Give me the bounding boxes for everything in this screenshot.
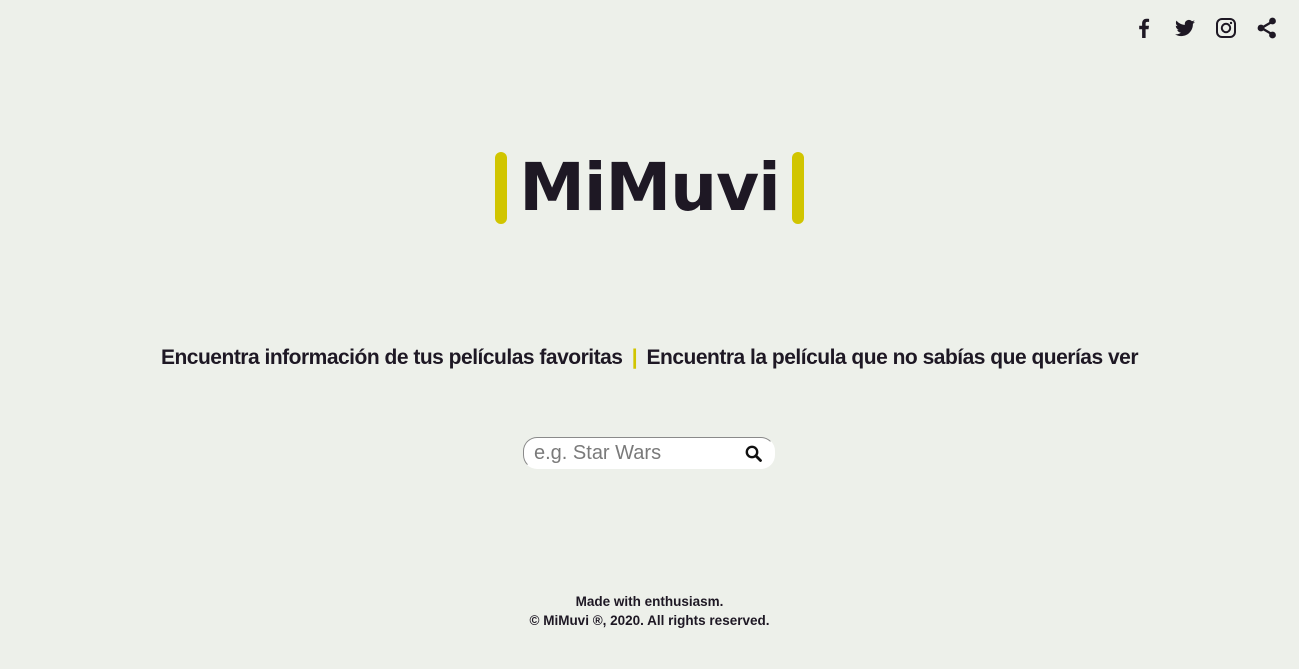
tagline-separator: | <box>631 346 638 369</box>
twitter-icon <box>1174 19 1195 37</box>
footer: Made with enthusiasm. © MiMuvi ®, 2020. … <box>0 592 1299 630</box>
social-links <box>1117 14 1281 42</box>
share-link[interactable] <box>1253 14 1281 42</box>
instagram-icon <box>1216 18 1236 38</box>
search-input[interactable] <box>534 440 734 466</box>
facebook-link[interactable] <box>1130 14 1158 42</box>
instagram-link[interactable] <box>1212 14 1240 42</box>
footer-line-made-with: Made with enthusiasm. <box>575 594 724 609</box>
search-button[interactable] <box>744 444 764 464</box>
footer-copyright: © MiMuvi ®, 2020. All rights reserved. <box>529 613 770 628</box>
facebook-icon <box>1139 18 1150 38</box>
search-icon <box>745 445 762 462</box>
search-box <box>523 437 775 469</box>
logo: MiMuvi <box>0 148 1299 228</box>
tagline-left: Encuentra información de tus películas f… <box>160 346 623 369</box>
logo-bar-left <box>495 152 508 224</box>
tagline-right: Encuentra la película que no sabías que … <box>646 346 1139 369</box>
logo-bar-right <box>791 152 804 224</box>
twitter-link[interactable] <box>1171 14 1199 42</box>
tagline: Encuentra información de tus películas f… <box>0 346 1299 370</box>
share-icon <box>1257 17 1276 39</box>
logo-text: MiMuvi <box>519 149 781 226</box>
page: MiMuvi Encuentra información de tus pelí… <box>0 0 1299 669</box>
